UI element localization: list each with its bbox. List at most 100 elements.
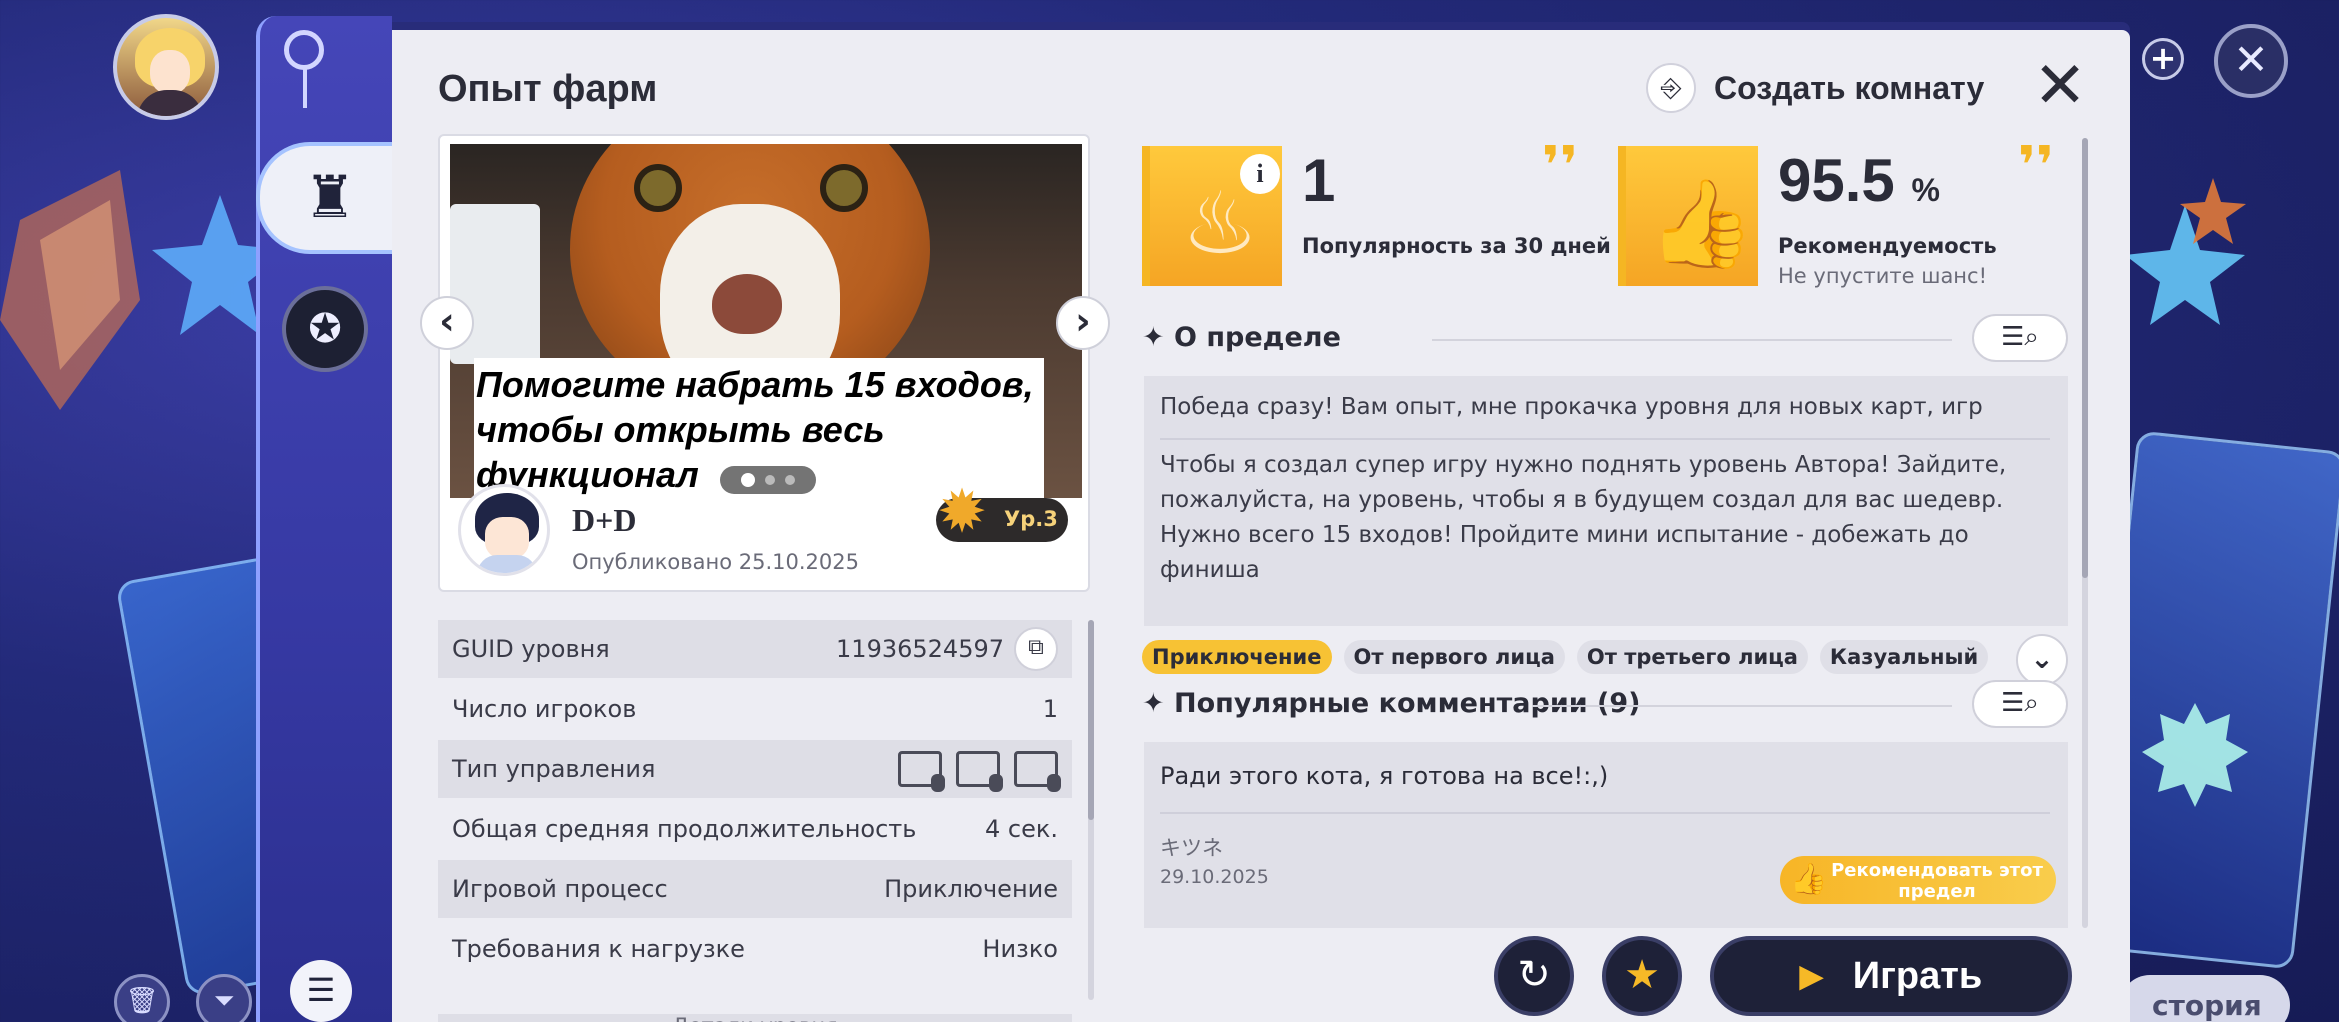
comments-details-button[interactable]: ☰⌕ xyxy=(1972,680,2068,728)
menu-icon[interactable]: ☰ xyxy=(290,960,352,1022)
favorite-button[interactable]: ★ xyxy=(1602,936,1682,1016)
level-details-toggle[interactable]: Детали уровня xyxy=(438,1014,1072,1022)
play-icon: ▶ xyxy=(1799,959,1823,993)
page-title: Опыт фарм xyxy=(438,68,658,110)
copy-icon[interactable]: ⧉ xyxy=(1014,627,1058,671)
thumbs-up-icon: 👍 xyxy=(1790,862,1828,897)
nav-tab-awards[interactable]: ✪ xyxy=(282,286,368,372)
background-badge-icon xyxy=(2142,703,2248,807)
door-icon: ⎆ xyxy=(1646,63,1696,113)
carousel-next-button[interactable]: › xyxy=(1056,296,1110,350)
play-button-label: Играть xyxy=(1852,954,1983,997)
popularity-stat: ♨ i 1 Популярность за 30 дней ❜❜ xyxy=(1142,136,1611,286)
info-label: Тип управления xyxy=(452,755,656,783)
gamepad-icon xyxy=(1014,751,1061,792)
close-icon[interactable]: ✕ xyxy=(2030,54,2090,118)
award-icon: ✪ xyxy=(308,306,342,352)
carousel-prev-button[interactable]: ‹ xyxy=(420,296,474,350)
background-orange-star-icon xyxy=(2180,178,2246,244)
tag[interactable]: От первого лица xyxy=(1343,640,1565,674)
filter-icon[interactable]: ⏷ xyxy=(196,974,252,1022)
refresh-button[interactable]: ↻ xyxy=(1494,936,1574,1016)
recommend-label: Рекомендуемость xyxy=(1778,234,1997,258)
left-nav: ♜ ✪ ☰ xyxy=(256,16,398,1022)
author-avatar[interactable] xyxy=(458,484,550,576)
tag[interactable]: Приключение xyxy=(1142,640,1332,674)
refresh-icon: ↻ xyxy=(1517,952,1551,998)
tag-list: Приключение От первого лица От третьего … xyxy=(1142,640,1989,674)
level-crest-icon: ✹ xyxy=(936,477,988,547)
about-heading: ✦ О пределе xyxy=(1142,322,1341,353)
touch-icon xyxy=(956,751,1003,792)
section-divider xyxy=(1432,339,1952,341)
info-label: Общая средняя продолжительность xyxy=(452,815,917,843)
section-divider xyxy=(1532,705,1952,707)
recommend-level-button[interactable]: 👍 Рекомендовать этот предел xyxy=(1780,856,2056,904)
recommend-stat: 👍 95.5 % Рекомендуемость Не упустите шан… xyxy=(1618,136,2078,288)
chess-rook-icon: ♜ xyxy=(304,163,356,231)
nav-tab-map[interactable]: ♜ xyxy=(260,146,398,250)
info-value: Приключение xyxy=(884,875,1058,903)
carousel-dots[interactable] xyxy=(720,466,816,494)
level-info-table: GUID уровня 11936524597 ⧉ Число игроков 1… xyxy=(438,620,1072,980)
info-row-duration: Общая средняя продолжительность 4 сек. xyxy=(438,800,1072,858)
star-icon: ★ xyxy=(1624,952,1660,998)
expand-tags-button[interactable]: ⌄ xyxy=(2016,634,2068,686)
popularity-value: 1 xyxy=(1302,147,1336,214)
description-box: Победа сразу! Вам опыт, мне прокачка уро… xyxy=(1144,376,2068,626)
info-row-gameplay: Игровой процесс Приключение xyxy=(438,860,1072,918)
comments-heading: ✦ Популярные комментарии (9) xyxy=(1142,688,1641,719)
description-summary: Победа сразу! Вам опыт, мне прокачка уро… xyxy=(1160,394,1983,420)
info-row-control: Тип управления xyxy=(438,740,1072,798)
keyboard-mouse-icon xyxy=(898,751,945,792)
comment-text: Ради этого кота, я готова на все!:,) xyxy=(1160,762,1609,790)
info-value: 11936524597 xyxy=(836,635,1004,663)
list-search-icon: ☰⌕ xyxy=(2001,688,2039,718)
chevron-double-down-icon: ⌄ xyxy=(2030,642,2054,675)
info-value: 4 сек. xyxy=(985,815,1058,843)
list-search-icon: ☰⌕ xyxy=(2001,322,2039,352)
info-label: Требования к нагрузке xyxy=(452,935,745,963)
trash-icon[interactable]: 🗑 xyxy=(114,974,170,1022)
info-icon[interactable]: i xyxy=(1240,154,1280,194)
about-details-button[interactable]: ☰⌕ xyxy=(1972,314,2068,362)
info-label: GUID уровня xyxy=(452,635,610,663)
chevron-right-icon: › xyxy=(1075,299,1091,343)
close-overlay-icon[interactable]: ✕ xyxy=(2214,24,2288,98)
cover-image[interactable]: Помогите набрать 15 входов, чтобы открыт… xyxy=(450,144,1082,498)
play-button[interactable]: ▶ Играть xyxy=(1710,936,2072,1016)
publish-date: Опубликовано 25.10.2025 xyxy=(572,550,859,574)
level-detail-panel: Опыт фарм ⎆ Создать комнату ✕ Помогите н… xyxy=(392,30,2130,1022)
description-body: Чтобы я создал супер игру нужно поднять … xyxy=(1160,452,2007,583)
background-star-icon-right xyxy=(2125,205,2245,325)
info-row-guid: GUID уровня 11936524597 ⧉ xyxy=(438,620,1072,678)
quote-icon: ❜❜ xyxy=(2018,136,2055,196)
comment-author[interactable]: キツネ xyxy=(1160,832,1223,862)
recommend-sub: Не упустите шанс! xyxy=(1778,264,1988,288)
player-avatar[interactable] xyxy=(113,14,219,120)
tag[interactable]: От третьего лица xyxy=(1576,640,1808,674)
author-name[interactable]: D+D xyxy=(572,502,636,539)
details-scrollbar[interactable] xyxy=(2082,138,2088,928)
pin-icon xyxy=(284,30,324,108)
info-label: Число игроков xyxy=(452,695,637,723)
comment-card: Ради этого кота, я готова на все!:,) キツネ… xyxy=(1144,742,2068,928)
info-value: Низко xyxy=(982,935,1058,963)
add-icon[interactable]: + xyxy=(2142,38,2184,80)
create-room-button[interactable]: ⎆ Создать комнату xyxy=(1646,60,1984,116)
tag[interactable]: Казуальный xyxy=(1819,640,1989,674)
recommend-value: 95.5 % xyxy=(1778,147,1940,214)
info-row-load: Требования к нагрузке Низко xyxy=(438,920,1072,978)
cover-card: Помогите набрать 15 входов, чтобы открыт… xyxy=(438,134,1090,592)
popularity-label: Популярность за 30 дней xyxy=(1302,234,1611,258)
background-crystal-icon xyxy=(0,170,140,410)
history-tab[interactable]: стория xyxy=(2120,975,2290,1022)
chevron-left-icon: ‹ xyxy=(439,299,455,343)
info-label: Игровой процесс xyxy=(452,875,668,903)
recommend-button-label: Рекомендовать этот предел xyxy=(1831,860,2043,902)
info-value: 1 xyxy=(1042,695,1058,723)
info-row-players: Число игроков 1 xyxy=(438,680,1072,738)
comment-date: 29.10.2025 xyxy=(1160,866,1269,888)
info-scrollbar[interactable] xyxy=(1088,620,1094,1000)
quote-icon: ❜❜ xyxy=(1542,136,1579,196)
